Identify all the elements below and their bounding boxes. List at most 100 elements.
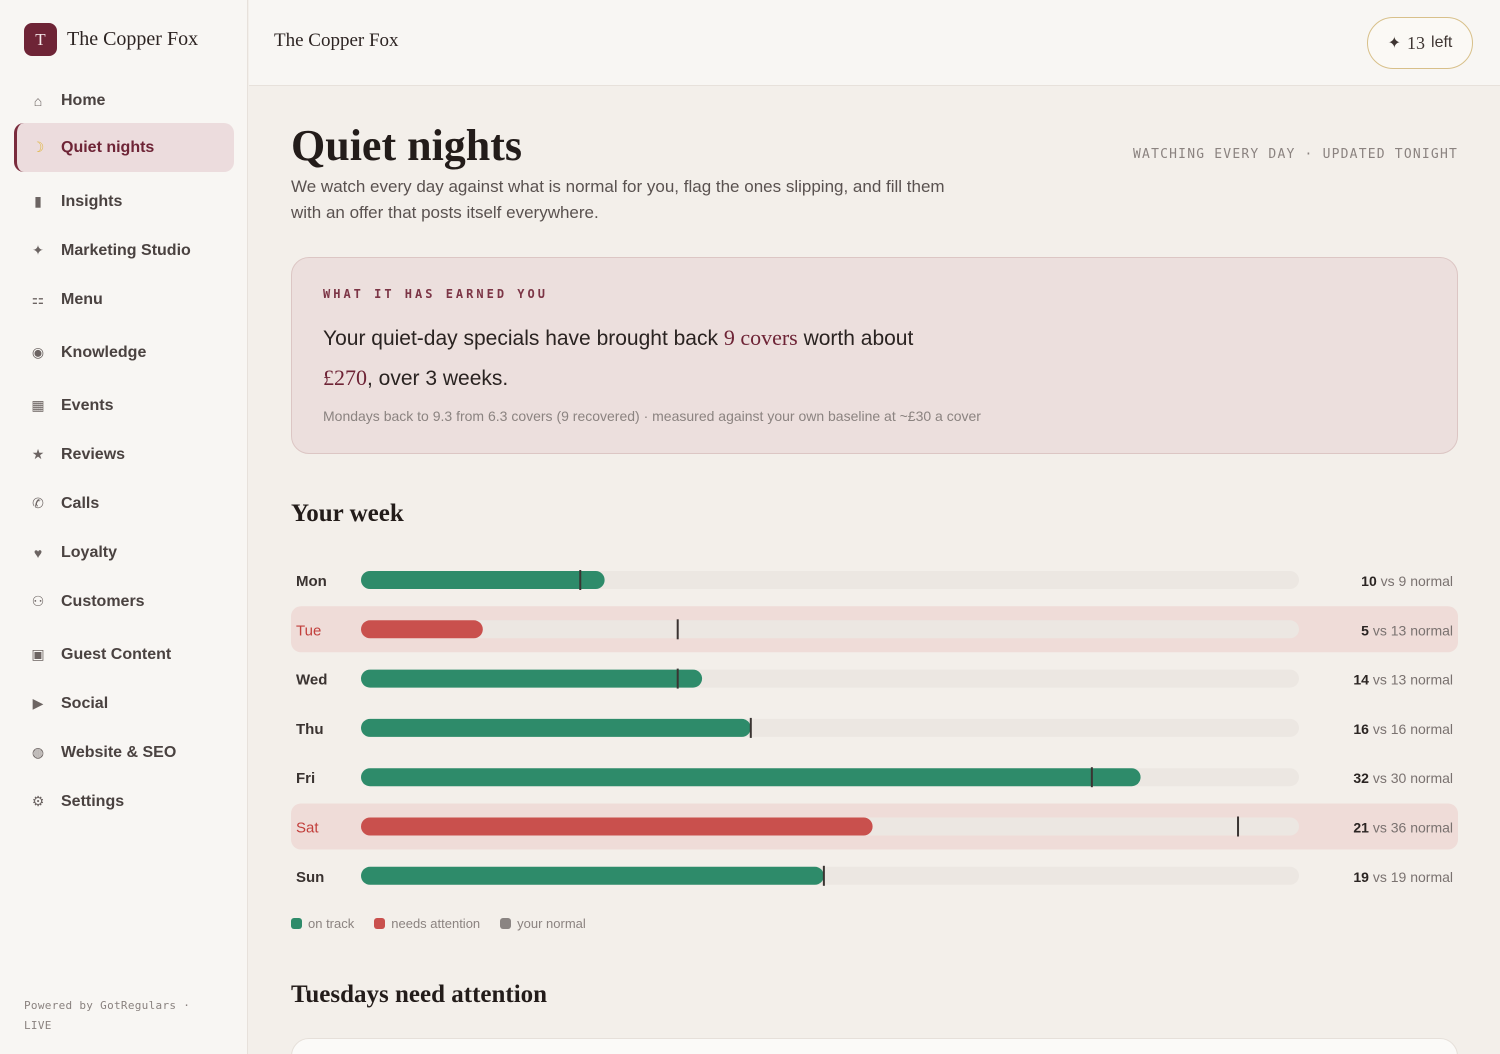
topbar: The Copper Fox ✦ 13 left [249, 0, 1500, 86]
actual-bar [361, 620, 483, 639]
attention-heading: Tuesdays need attention [291, 981, 548, 1008]
sidebar-item-label: Settings [61, 792, 125, 810]
sidebar-item-social[interactable]: ▶ Social [14, 679, 234, 728]
value-label: 21 vs 36 normal [1353, 820, 1453, 836]
sidebar-item-home[interactable]: ⌂ Home [14, 76, 234, 125]
sidebar-item-label: Reviews [61, 445, 126, 463]
actual-bar [361, 571, 605, 589]
week-heading: Your week [291, 500, 404, 527]
brand[interactable]: T The Copper Fox [24, 23, 198, 56]
week-row-sat: Sat 21 vs 36 normal [291, 803, 1458, 850]
sidebar: T The Copper Fox ⌂ Home ☽ Quiet nights ▮ Insi… [0, 0, 248, 1054]
value-label: 32 vs 30 normal [1353, 770, 1453, 786]
week-row-fri: Fri 32 vs 30 normal [296, 767, 1453, 788]
actual-value: 14 [1353, 672, 1369, 688]
sidebar-item-menu[interactable]: ⚏ Menu [14, 275, 234, 324]
week-row-tue: Tue 5 vs 13 normal [291, 606, 1458, 653]
legend-label: needs attention [391, 916, 481, 931]
bar-track [361, 620, 1299, 639]
sidebar-item-label: Home [61, 91, 106, 109]
earned-note: Mondays back to 9.3 from 6.3 covers (9 r… [323, 408, 981, 424]
normal-marker [579, 570, 582, 590]
actual-value: 5 [1361, 622, 1369, 638]
legend-label: on track [308, 916, 355, 931]
sidebar-item-label: Guest Content [61, 645, 172, 663]
legend-swatch-needs-attention [374, 918, 386, 929]
credits-label: left [1431, 34, 1453, 51]
legend-needs-attention: needs attention [374, 916, 480, 931]
vs-word: vs [1373, 770, 1387, 786]
sidebar-item-loyalty[interactable]: ♥ Loyalty [14, 528, 234, 577]
normal-value: 13 [1391, 672, 1407, 688]
normal-value: 30 [1391, 770, 1407, 786]
actual-value: 32 [1353, 770, 1369, 786]
sidebar-item-label: Knowledge [61, 343, 147, 361]
page-title: Quiet nights [291, 121, 523, 170]
week-chart: Mon 10 vs 9 normal Tue 5 vs 13 normal Wed 14 … [291, 570, 1458, 886]
earned-card: WHAT IT HAS EARNED YOU Your quiet-day sp… [291, 257, 1458, 454]
sidebar-item-reviews[interactable]: ★ Reviews [14, 430, 234, 479]
actual-bar [361, 669, 703, 688]
vs-word: vs [1373, 672, 1387, 688]
sidebar-item-settings[interactable]: ⚙ Settings [14, 777, 234, 826]
normal-marker [1237, 816, 1240, 837]
earned-kicker: WHAT IT HAS EARNED YOU [323, 287, 548, 301]
value-label: 19 vs 19 normal [1353, 869, 1453, 885]
actual-bar [361, 817, 873, 836]
calendar-icon: ▦ [31, 397, 45, 413]
normal-marker [676, 668, 679, 689]
sidebar-item-guest-content[interactable]: ▣ Guest Content [14, 630, 234, 679]
powered-by: Powered by GotRegulars · LIVE [24, 999, 191, 1032]
attention-card [291, 1038, 1458, 1054]
sidebar-item-label: Social [61, 694, 109, 712]
vs-word: vs [1381, 573, 1395, 589]
sidebar-item-marketing-studio[interactable]: ✦ Marketing Studio [14, 226, 234, 275]
week-row-thu: Thu 16 vs 16 normal [296, 717, 1453, 738]
normal-value: 13 [1391, 622, 1407, 638]
normal-word: normal [1410, 622, 1453, 638]
home-icon: ⌂ [33, 92, 43, 109]
menu-card-icon: ⚏ [31, 291, 45, 307]
clapper-icon: ▣ [31, 646, 45, 662]
actual-value: 21 [1353, 820, 1369, 836]
day-label: Wed [296, 672, 327, 689]
actual-bar [361, 768, 1141, 787]
normal-word: normal [1410, 820, 1453, 836]
gear-icon: ⚙ [31, 793, 45, 809]
globe-icon: ◍ [31, 744, 45, 760]
week-row-sun: Sun 19 vs 19 normal [296, 865, 1453, 886]
sidebar-item-events[interactable]: ▦ Events [14, 381, 234, 430]
sidebar-item-insights[interactable]: ▮ Insights [14, 177, 234, 226]
actual-value: 16 [1353, 721, 1369, 737]
sidebar-item-website-seo[interactable]: ◍ Website & SEO [14, 728, 234, 777]
value-label: 10 vs 9 normal [1361, 573, 1453, 589]
day-label: Fri [296, 770, 315, 787]
actual-bar [361, 866, 824, 885]
credits-button[interactable]: ✦ 13 left [1367, 17, 1473, 69]
sidebar-item-label: Insights [61, 192, 123, 210]
legend-label: your normal [517, 916, 586, 931]
value-label: 16 vs 16 normal [1353, 721, 1453, 737]
sidebar-item-label: Quiet nights [61, 138, 155, 156]
sidebar-item-customers[interactable]: ⚇ Customers [14, 577, 234, 626]
week-row-mon: Mon 10 vs 9 normal [296, 570, 1453, 590]
day-label: Sat [296, 820, 319, 837]
normal-word: normal [1410, 770, 1453, 786]
page-intro: We watch every day against what is norma… [291, 177, 945, 222]
sidebar-item-calls[interactable]: ✆ Calls [14, 479, 234, 528]
normal-marker [749, 717, 752, 738]
star-icon: ★ [31, 446, 45, 462]
day-label: Tue [296, 622, 321, 639]
actual-value: 10 [1361, 573, 1377, 589]
sidebar-item-label: Events [61, 396, 114, 414]
sidebar-item-label: Website & SEO [61, 743, 177, 761]
legend-your-normal: your normal [500, 916, 586, 931]
sidebar-item-quiet-nights[interactable]: ☽ Quiet nights [14, 123, 234, 172]
sidebar-item-label: Customers [61, 592, 145, 610]
earned-text-c: , over 3 weeks. [367, 367, 509, 390]
brand-name: The Copper Fox [67, 28, 199, 50]
day-label: Thu [296, 721, 324, 738]
vs-word: vs [1373, 820, 1387, 836]
brand-logo: T [24, 23, 57, 56]
sidebar-item-knowledge[interactable]: ◉ Knowledge [14, 328, 234, 377]
